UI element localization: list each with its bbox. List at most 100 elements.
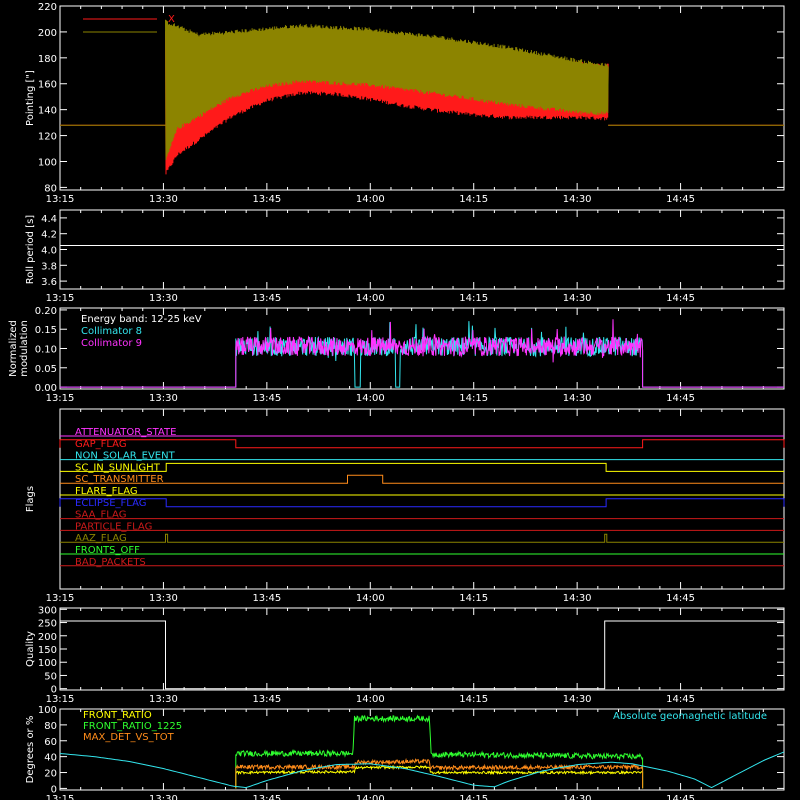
xtick-label-ratios-1: 13:30	[149, 794, 178, 800]
xtick-label-flags-2: 13:45	[252, 593, 281, 604]
xtick-label-modulation-5: 14:30	[563, 393, 592, 404]
xtick-label-roll-0: 13:15	[46, 293, 75, 304]
xtick-label-flags-3: 14:00	[356, 593, 385, 604]
xtick-label-quality-5: 14:30	[563, 694, 592, 705]
xtick-label-flags-5: 14:30	[563, 593, 592, 604]
ytick-label-ratios-1: 20	[44, 769, 57, 780]
ytick-label-ratios-4: 80	[44, 721, 57, 732]
flag-label-particle_flag: PARTICLE_FLAG	[75, 521, 152, 532]
ylabel-ratios: Degrees or %	[25, 716, 36, 784]
ytick-label-pointing-7: 220	[38, 2, 57, 13]
xtick-label-ratios-5: 14:30	[563, 794, 592, 800]
ytick-label-quality-1: 50	[44, 671, 57, 682]
ylabel-modulation-1: modulation	[19, 320, 30, 377]
flag-label-saa_flag: SAA_FLAG	[75, 510, 126, 521]
ytick-label-quality-5: 250	[38, 619, 57, 630]
ytick-label-modulation-2: 0.10	[35, 345, 57, 356]
xtick-label-ratios-6: 14:45	[666, 794, 695, 800]
ytick-label-roll-2: 4.0	[41, 246, 57, 257]
xtick-label-flags-6: 14:45	[666, 593, 695, 604]
ylabel-flags: Flags	[25, 486, 36, 512]
ytick-label-ratios-0: 0	[51, 784, 57, 795]
ylabel-modulation-0: Normalized	[8, 320, 19, 377]
flag-label-gap_flag: GAP_FLAG	[75, 439, 127, 450]
ytick-label-pointing-4: 160	[38, 80, 57, 91]
ylabel-pointing: Pointing ["]	[25, 70, 36, 126]
flag-label-attenuator_state: ATTENUATOR_STATE	[75, 427, 176, 438]
ylabel-roll: Roll period [s]	[25, 215, 36, 284]
xtick-label-pointing-5: 14:30	[563, 194, 592, 205]
xtick-label-modulation-1: 13:30	[149, 393, 178, 404]
flag-label-eclipse_flag: ECLIPSE_FLAG	[75, 498, 146, 509]
flag-label-non_solar_event: NON_SOLAR_EVENT	[75, 451, 176, 462]
xtick-label-modulation-0: 13:15	[46, 393, 75, 404]
ytick-label-roll-0: 3.6	[41, 277, 57, 288]
xtick-label-pointing-2: 13:45	[252, 194, 281, 205]
legend-front_ratio: FRONT_RATIO	[83, 710, 152, 721]
flag-label-fronts_off: FRONTS_OFF	[75, 545, 140, 556]
ytick-label-modulation-4: 0.20	[35, 306, 57, 317]
legend-front_ratio_1225: FRONT_RATIO_1225	[83, 721, 182, 732]
xtick-label-quality-2: 13:45	[252, 694, 281, 705]
xtick-label-quality-3: 14:00	[356, 694, 385, 705]
xtick-label-roll-6: 14:45	[666, 293, 695, 304]
xtick-label-quality-1: 13:30	[149, 694, 178, 705]
ytick-label-quality-0: 0	[51, 685, 57, 696]
flag-label-sc_in_sunlight: SC_IN_SUNLIGHT	[75, 462, 161, 473]
xtick-label-pointing-3: 14:00	[356, 194, 385, 205]
ytick-label-pointing-6: 200	[38, 28, 57, 39]
ytick-label-quality-2: 100	[38, 658, 57, 669]
xtick-label-pointing-1: 13:30	[149, 194, 178, 205]
ytick-label-ratios-3: 60	[44, 737, 57, 748]
legend-collimator-8: Collimator 8	[81, 326, 142, 337]
xtick-label-ratios-4: 14:15	[459, 794, 488, 800]
ylabel-quality: Quality	[25, 631, 36, 667]
ytick-label-roll-3: 4.2	[41, 230, 57, 241]
xtick-label-pointing-0: 13:15	[46, 194, 75, 205]
ytick-label-roll-1: 3.8	[41, 261, 57, 272]
ytick-label-quality-6: 300	[38, 605, 57, 616]
ytick-label-roll-4: 4.4	[41, 214, 57, 225]
legend-geomagnetic-latitude: Absolute geomagnetic latitude	[613, 711, 767, 722]
ytick-label-quality-4: 200	[38, 632, 57, 643]
xtick-label-pointing-4: 14:15	[459, 194, 488, 205]
flag-label-bad_packets: BAD_PACKETS	[75, 557, 146, 568]
xtick-label-pointing-6: 14:45	[666, 194, 695, 205]
xtick-label-quality-6: 14:45	[666, 694, 695, 705]
ytick-label-ratios-2: 40	[44, 753, 57, 764]
ytick-label-modulation-0: 0.00	[35, 383, 57, 394]
ytick-label-pointing-3: 140	[38, 106, 57, 117]
xtick-label-flags-1: 13:30	[149, 593, 178, 604]
xtick-label-roll-2: 13:45	[252, 293, 281, 304]
energy-band-annotation: Energy band: 12-25 keV	[81, 314, 202, 325]
flag-label-flare_flag: FLARE_FLAG	[75, 486, 138, 497]
ytick-label-pointing-5: 180	[38, 54, 57, 65]
ytick-label-pointing-2: 120	[38, 132, 57, 143]
ytick-label-pointing-1: 100	[38, 157, 57, 168]
xtick-label-flags-0: 13:15	[46, 593, 75, 604]
ytick-label-quality-3: 150	[38, 645, 57, 656]
xtick-label-modulation-6: 14:45	[666, 393, 695, 404]
xtick-label-roll-1: 13:30	[149, 293, 178, 304]
xtick-label-roll-3: 14:00	[356, 293, 385, 304]
xtick-label-quality-4: 14:15	[459, 694, 488, 705]
xtick-label-modulation-3: 14:00	[356, 393, 385, 404]
xtick-label-flags-4: 14:15	[459, 593, 488, 604]
xtick-label-modulation-2: 13:45	[252, 393, 281, 404]
ytick-label-modulation-3: 0.15	[35, 325, 57, 336]
xtick-label-modulation-4: 14:15	[459, 393, 488, 404]
legend-label-y: Y	[167, 27, 175, 38]
flag-label-aaz_flag: AAZ_FLAG	[75, 533, 127, 544]
stix-quicklook-figure: 13:15 13:30 13:45 14:00 14:15 14:30 14:45 80 100…	[0, 0, 800, 800]
ytick-label-modulation-1: 0.05	[35, 364, 57, 375]
ytick-label-pointing-0: 80	[44, 183, 57, 194]
legend-max_det_vs_tot: MAX_DET_VS_TOT	[83, 732, 175, 743]
flag-label-sc_transmitter: SC_TRANSMITTER	[75, 474, 164, 485]
xtick-label-roll-5: 14:30	[563, 293, 592, 304]
legend-label-x: X	[168, 14, 175, 25]
xtick-label-ratios-2: 13:45	[252, 794, 281, 800]
xtick-label-ratios-3: 14:00	[356, 794, 385, 800]
legend-collimator-9: Collimator 9	[81, 338, 142, 349]
xtick-label-roll-4: 14:15	[459, 293, 488, 304]
ytick-label-ratios-5: 100	[38, 705, 57, 716]
